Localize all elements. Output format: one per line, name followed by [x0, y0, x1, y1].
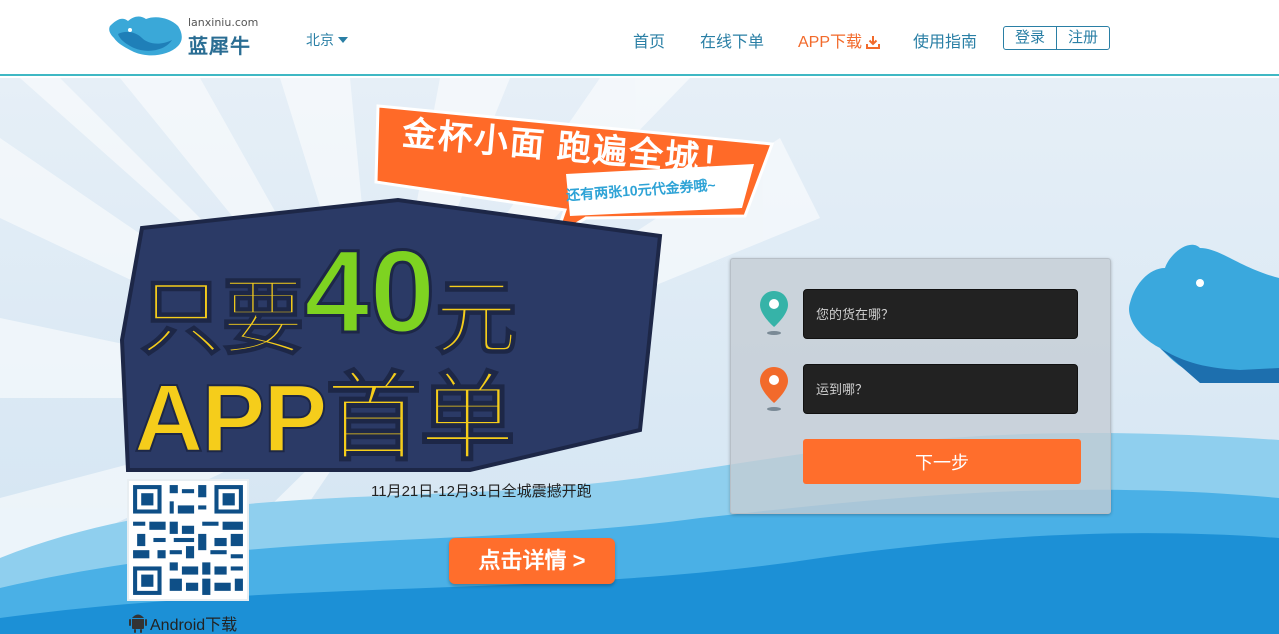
login-link[interactable]: 登录 [1004, 27, 1056, 49]
nav-app-download-label: APP下载 [798, 34, 863, 51]
android-download-label: Android下载 [150, 617, 238, 634]
rhino-logo-icon [109, 16, 182, 56]
origin-input[interactable] [803, 289, 1078, 339]
android-download-link[interactable]: Android下载 [128, 611, 237, 634]
site-logo[interactable]: lanxiniu.com 蓝犀牛 [108, 12, 268, 62]
qr-code-icon [129, 481, 247, 599]
auth-links: 登录 注册 [1003, 26, 1110, 50]
order-form-panel: 下一步 [730, 258, 1111, 514]
city-selector[interactable]: 北京 [306, 30, 348, 50]
big-text-40: 40 [303, 225, 437, 360]
android-icon [129, 614, 147, 633]
download-icon [866, 36, 881, 49]
logo-name: 蓝犀牛 [188, 36, 251, 58]
promo-caption: 11月21日-12月31日全城震撼开跑 [371, 483, 592, 500]
big-line-2: APP首单 [133, 364, 516, 473]
nav-app-download[interactable]: APP下载 [798, 28, 881, 52]
logo-domain: lanxiniu.com [188, 16, 259, 29]
nav-home[interactable]: 首页 [633, 28, 665, 52]
nav-order-online[interactable]: 在线下单 [700, 28, 764, 52]
android-qr-code [127, 479, 249, 601]
next-step-button[interactable]: 下一步 [803, 439, 1081, 484]
top-header: lanxiniu.com 蓝犀牛 北京 首页 在线下单 APP下载 使用指南 登… [0, 0, 1279, 76]
city-label: 北京 [306, 32, 334, 48]
nav-user-guide[interactable]: 使用指南 [913, 28, 977, 52]
destination-pin-icon [760, 367, 788, 411]
register-link[interactable]: 注册 [1056, 27, 1109, 49]
location-pin-icon [760, 291, 788, 335]
destination-input[interactable] [803, 364, 1078, 414]
caret-down-icon [338, 37, 348, 43]
details-button[interactable]: 点击详情 > [449, 538, 615, 584]
